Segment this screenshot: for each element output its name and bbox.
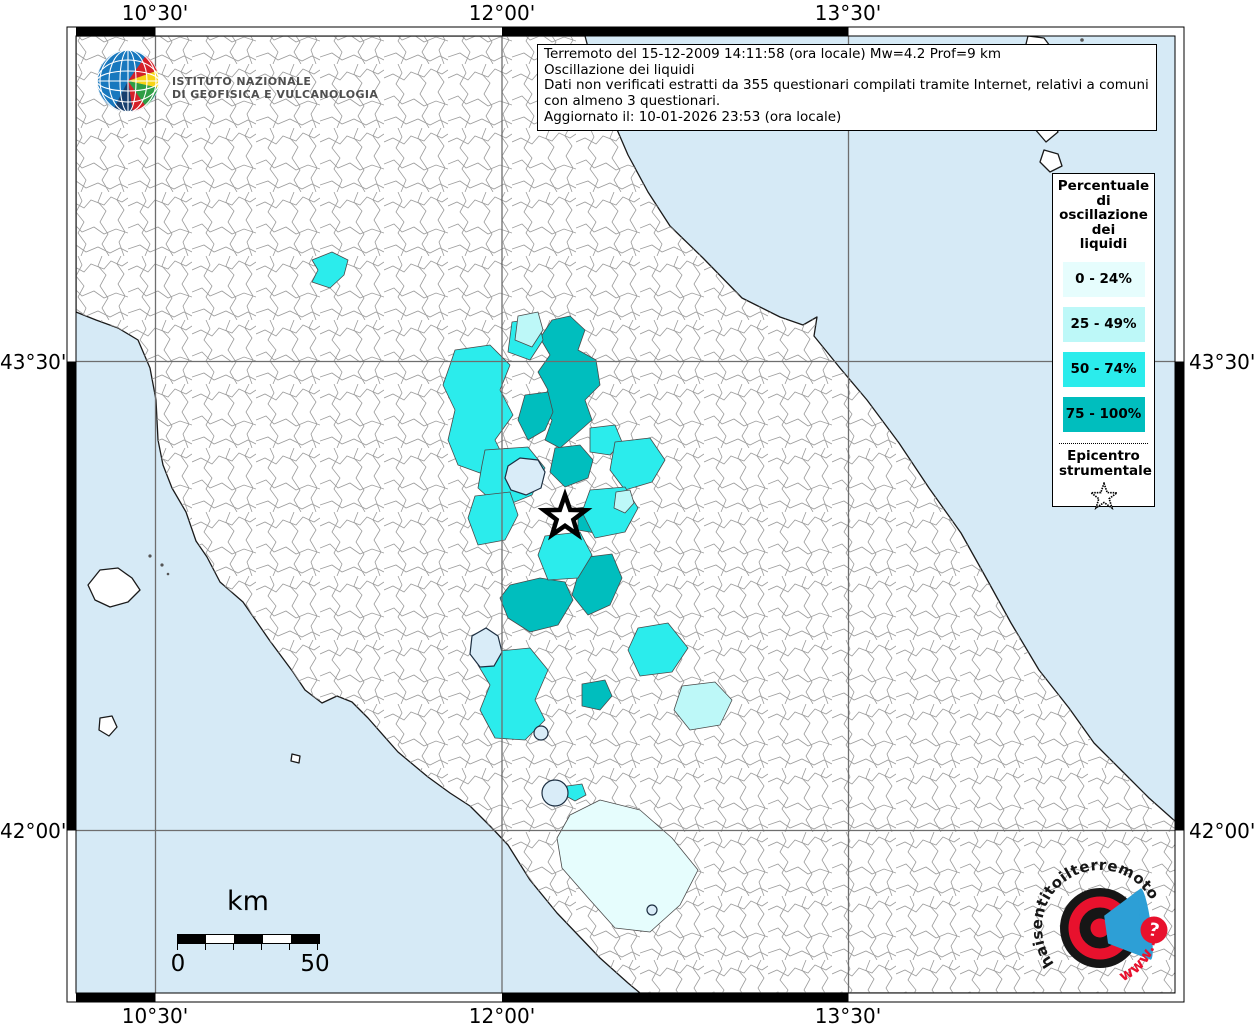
map-page: 10°30' 12°00' 13°30' 10°30' 12°00' 13°30… [0, 0, 1255, 1024]
event-title: Terremoto del 15-12-2009 14:11:58 (ora l… [544, 47, 1151, 63]
updated-timestamp: Aggiornato il: 10-01-2026 23:53 (ora loc… [544, 110, 1151, 126]
legend-class-0-24: 0 - 24% [1063, 262, 1145, 297]
legend-title-line: dei [1053, 223, 1154, 238]
legend-class-25-49: 25 - 49% [1063, 307, 1145, 342]
axis-label-bottom-1: 10°30' [122, 1004, 188, 1024]
scale-bar-segments [177, 934, 320, 944]
legend-title-line: Percentuale [1053, 179, 1154, 194]
axis-label-top-3: 13°30' [815, 1, 881, 25]
axis-label-right-1: 43°30' [1189, 350, 1255, 374]
axis-label-top-2: 12°00' [469, 1, 535, 25]
scale-unit-label: km [159, 886, 337, 917]
legend-class-50-74: 50 - 74% [1063, 352, 1145, 387]
legend-title-line: di [1053, 194, 1154, 209]
legend-class-75-100: 75 - 100% [1063, 397, 1145, 432]
axis-label-bottom-2: 12°00' [469, 1004, 535, 1024]
legend-title-line: oscillazione [1053, 208, 1154, 223]
event-info-box: Terremoto del 15-12-2009 14:11:58 (ora l… [537, 44, 1157, 131]
ingv-globe-icon [95, 46, 165, 116]
data-source-note: Dati non verificati estratti da 355 ques… [544, 78, 1151, 109]
ingv-name-line1: ISTITUTO NAZIONALE [172, 75, 378, 89]
haisentitoilterremoto-logo: ? haisentitoilterremoto .it www. [1018, 846, 1182, 1010]
legend-epicenter-label-line2: strumentale [1059, 464, 1148, 479]
scale-max-label: 50 [300, 951, 329, 977]
axis-label-right-2: 42°00' [1189, 819, 1255, 843]
legend-epicenter-star-icon [1088, 482, 1120, 512]
scale-min-label: 0 [171, 951, 186, 977]
map-subject: Oscillazione dei liquidi [544, 63, 1151, 79]
legend-epicenter-label-line1: Epicentro [1059, 449, 1148, 464]
ingv-name-line2: DI GEOFISICA E VULCANOLOGIA [172, 88, 378, 102]
axis-label-top-1: 10°30' [122, 1, 188, 25]
legend: Percentuale di oscillazione dei liquidi … [1052, 173, 1155, 507]
axis-label-left-1: 43°30' [0, 350, 62, 374]
legend-title-line: liquidi [1053, 237, 1154, 252]
axis-label-bottom-3: 13°30' [815, 1004, 881, 1024]
scale-bar: km 0 50 [165, 886, 337, 971]
ingv-logo: ISTITUTO NAZIONALE DI GEOFISICA E VULCAN… [95, 46, 378, 116]
ingv-name: ISTITUTO NAZIONALE DI GEOFISICA E VULCAN… [172, 75, 378, 102]
legend-epicenter-section: Epicentro strumentale [1059, 443, 1148, 512]
axis-label-left-2: 42°00' [0, 819, 62, 843]
